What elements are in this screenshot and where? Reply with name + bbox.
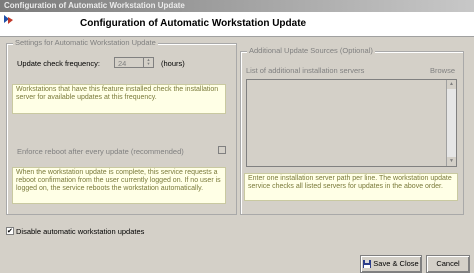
reboot-note: When the workstation update is complete,… — [12, 167, 226, 204]
scroll-up-icon[interactable]: ▲ — [447, 80, 456, 89]
reboot-label: Enforce reboot after every update (recom… — [17, 147, 184, 156]
disk-icon — [363, 260, 372, 269]
spinner-buttons[interactable]: ▲ ▼ — [143, 58, 153, 67]
frequency-note: Workstations that have this feature inst… — [12, 84, 226, 114]
spin-down-icon[interactable]: ▼ — [144, 62, 153, 66]
frequency-label: Update check frequency: — [17, 59, 100, 68]
frequency-unit: (hours) — [161, 59, 185, 68]
dialog-header: Configuration of Automatic Workstation U… — [0, 12, 474, 37]
servers-note: Enter one installation server path per l… — [244, 173, 458, 201]
sources-group-label: Additional Update Sources (Optional) — [247, 46, 375, 55]
save-close-label: Save & Close — [373, 259, 419, 268]
save-close-button[interactable]: Save & Close — [360, 255, 422, 273]
window-title: Configuration of Automatic Workstation U… — [4, 1, 185, 10]
servers-scrollbar[interactable]: ▲ ▼ — [446, 80, 456, 166]
frequency-value[interactable]: 24 — [118, 59, 126, 68]
settings-group-label: Settings for Automatic Workstation Updat… — [13, 38, 158, 47]
disable-updates-checkbox[interactable]: ✔ — [6, 227, 14, 235]
servers-list[interactable]: ▲ ▼ — [246, 79, 457, 167]
frequency-spinner[interactable]: 24 ▲ ▼ — [114, 57, 154, 68]
cancel-label: Cancel — [436, 259, 460, 268]
servers-list-label: List of additional installation servers — [246, 66, 365, 75]
window-titlebar: Configuration of Automatic Workstation U… — [0, 0, 474, 12]
reboot-checkbox[interactable] — [218, 146, 226, 154]
scroll-down-icon[interactable]: ▼ — [447, 157, 456, 166]
cancel-button[interactable]: Cancel — [426, 255, 470, 273]
page-title: Configuration of Automatic Workstation U… — [80, 18, 307, 29]
browse-link[interactable]: Browse — [430, 66, 455, 75]
disable-updates-label[interactable]: Disable automatic workstation updates — [16, 227, 144, 236]
check-icon: ✔ — [7, 228, 13, 235]
app-icon — [3, 14, 14, 25]
